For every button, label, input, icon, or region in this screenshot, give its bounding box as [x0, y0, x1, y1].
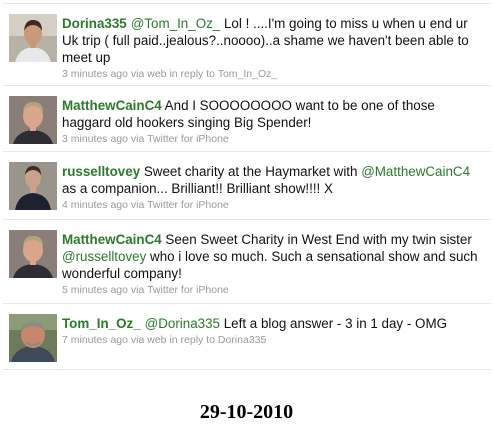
tweet-item: Tom_In_Oz_ @Dorina335 Left a blog answer … [3, 304, 491, 370]
tweet-author-link[interactable]: MatthewCainC4 [62, 232, 162, 247]
user-avatar-russelltovey[interactable] [9, 162, 57, 210]
tweet-item: russelltovey Sweet charity at the Haymar… [3, 152, 491, 220]
tweet-source[interactable]: web [147, 68, 166, 80]
tweet-text: russelltovey Sweet charity at the Haymar… [62, 163, 485, 197]
reply-prefix: in reply to [169, 68, 215, 80]
tweet-meta: 7 minutes ago via web in reply to Dorina… [62, 333, 485, 347]
tweet-meta: 5 minutes ago via Twitter for iPhone [62, 283, 485, 297]
tweet-text-part: Seen Sweet Charity in West End with my t… [161, 232, 472, 247]
tweet-author-link[interactable]: Tom_In_Oz_ [62, 316, 141, 331]
tweet-source[interactable]: Twitter for iPhone [147, 133, 229, 145]
tweet-meta: 3 minutes ago via Twitter for iPhone [62, 132, 485, 146]
tweet-item: MatthewCainC4 Seen Sweet Charity in West… [3, 220, 491, 304]
tweet-timeline: Dorina335 @Tom_In_Oz_ Lol ! ....I'm going… [3, 3, 491, 370]
tweet-timestamp[interactable]: 4 minutes ago [62, 199, 128, 211]
tweet-text-part[interactable]: @Tom_In_Oz_ [131, 16, 221, 31]
tweet-item: MatthewCainC4 And I SOOOOOOOO want to be… [3, 86, 491, 152]
via-label: via [130, 68, 145, 80]
tweet-source[interactable]: Twitter for iPhone [147, 199, 229, 211]
tweet-text-part: Left a blog answer - 3 in 1 day - OMG [220, 316, 448, 331]
tweet-meta: 3 minutes ago via web in reply to Tom_In… [62, 67, 485, 81]
via-label: via [130, 199, 145, 211]
tweet-text-part[interactable]: @Dorina335 [145, 316, 220, 331]
tweet-text: MatthewCainC4 Seen Sweet Charity in West… [62, 231, 485, 282]
tweet-source[interactable]: web [147, 334, 166, 346]
tweet-text: Tom_In_Oz_ @Dorina335 Left a blog answer … [62, 315, 485, 332]
reply-to-link[interactable]: Dorina335 [218, 334, 266, 346]
via-label: via [130, 334, 145, 346]
tweet-text: Dorina335 @Tom_In_Oz_ Lol ! ....I'm going… [62, 15, 485, 66]
tweet-author-link[interactable]: russelltovey [62, 164, 140, 179]
date-caption: 29-10-2010 [199, 401, 294, 423]
user-avatar-matthewcainc4[interactable] [9, 230, 57, 278]
tweet-timestamp[interactable]: 3 minutes ago [62, 68, 128, 80]
tweet-author-link[interactable]: Dorina335 [62, 16, 127, 31]
tweet-timestamp[interactable]: 3 minutes ago [62, 133, 128, 145]
tweet-timestamp[interactable]: 5 minutes ago [62, 284, 128, 296]
tweet-text: MatthewCainC4 And I SOOOOOOOO want to be… [62, 97, 485, 131]
reply-to-link[interactable]: Tom_In_Oz_ [218, 68, 278, 80]
tweet-meta: 4 minutes ago via Twitter for iPhone [62, 198, 485, 212]
tweet-timestamp[interactable]: 7 minutes ago [62, 334, 128, 346]
tweet-text-part: as a companion... Brilliant!! Brilliant … [62, 181, 333, 196]
user-avatar-matthewcainc4[interactable] [9, 96, 57, 144]
tweet-text-part[interactable]: @russelltovey [62, 249, 146, 264]
user-avatar-tom-in-oz[interactable] [9, 314, 57, 362]
tweet-text-part: Sweet charity at the Haymarket with [140, 164, 362, 179]
tweet-author-link[interactable]: MatthewCainC4 [62, 98, 162, 113]
via-label: via [130, 133, 145, 145]
tweet-text-part[interactable]: @MatthewCainC4 [361, 164, 470, 179]
reply-prefix: in reply to [169, 334, 215, 346]
user-avatar-dorina335[interactable] [9, 14, 57, 62]
tweet-item: Dorina335 @Tom_In_Oz_ Lol ! ....I'm going… [3, 4, 491, 86]
via-label: via [130, 284, 145, 296]
tweet-source[interactable]: Twitter for iPhone [147, 284, 229, 296]
